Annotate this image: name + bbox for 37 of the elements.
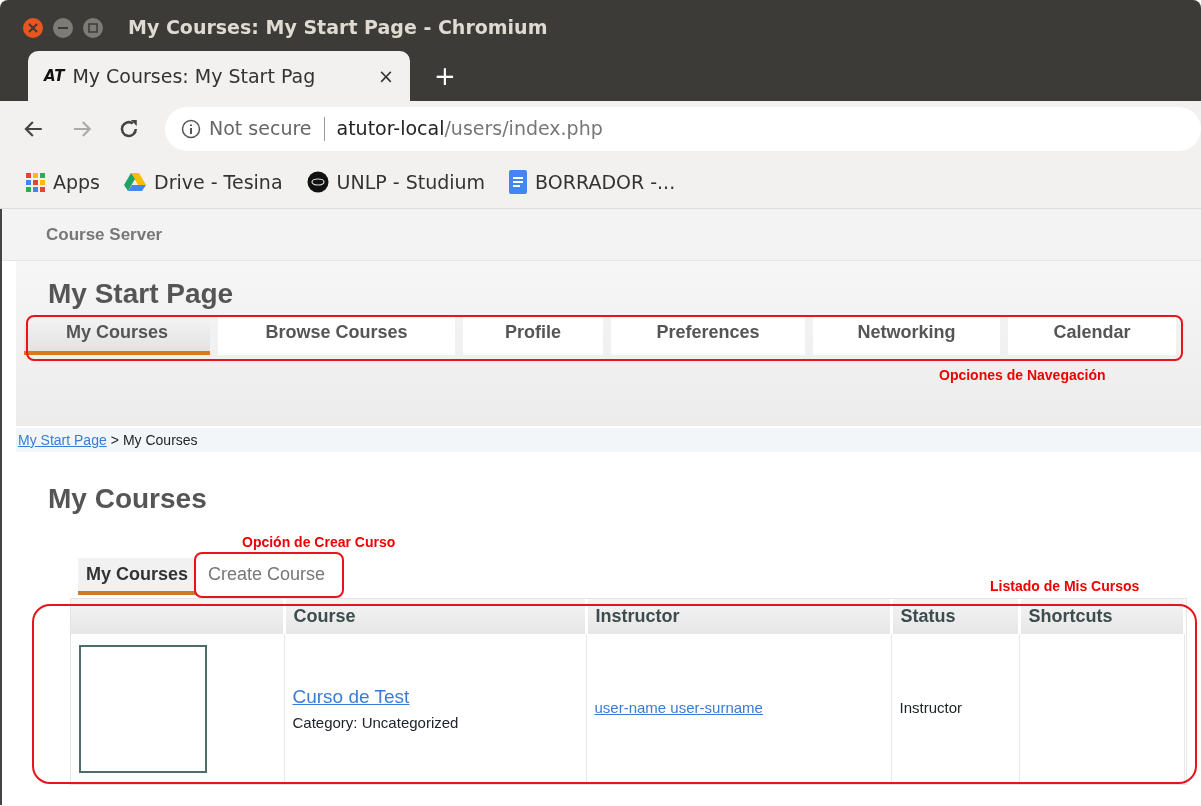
breadcrumb-separator: > (110, 430, 119, 450)
section-title: My Courses (48, 482, 208, 516)
nav-tab[interactable]: Browse Courses (218, 314, 455, 355)
breadcrumb-current: My Courses (122, 430, 198, 450)
subtab[interactable]: Create Course (200, 557, 334, 595)
status-text: Instructor (899, 699, 963, 717)
nav-tab[interactable]: Preferences (611, 314, 805, 355)
column-header: Status (891, 598, 1019, 634)
bookmark[interactable]: UNLP - Studium (306, 167, 486, 197)
browser-tab[interactable]: AT My Courses: My Start Pag × (28, 51, 410, 101)
instructor-link[interactable]: user-name user-surname (594, 699, 763, 717)
annotation-label: Opciones de Navegación (939, 366, 1106, 385)
new-tab-button[interactable]: + (426, 56, 464, 96)
column-header: Shortcuts (1019, 598, 1185, 634)
tab-favicon: AT (44, 65, 65, 87)
nav-tab[interactable]: Networking (813, 314, 1000, 355)
bookmark[interactable]: BORRADOR -... (509, 167, 676, 197)
subtab[interactable]: My Courses (78, 557, 197, 595)
annotation-label: Listado de Mis Cursos (990, 577, 1140, 596)
course-link[interactable]: Curso de Test (292, 683, 578, 712)
column-header: Instructor (586, 598, 891, 634)
annotation-label: Opción de Crear Curso (242, 533, 396, 552)
bookmark[interactable]: Drive - Tesina (124, 167, 283, 197)
tab-close-button[interactable]: × (378, 61, 394, 91)
tab-title: My Courses: My Start Pag (72, 63, 317, 89)
course-category: Category: Uncategorized (292, 712, 460, 733)
window-title: My Courses: My Start Page - Chromium (128, 15, 548, 41)
nav-tab[interactable]: Calendar (1008, 314, 1176, 355)
column-header: Course (284, 598, 586, 634)
bookmark[interactable]: Apps (26, 167, 101, 197)
security-label: Not secure (209, 116, 312, 142)
breadcrumb-link[interactable]: My Start Page (18, 429, 107, 451)
page-title: My Start Page (48, 277, 235, 311)
site-name[interactable]: Course Server (46, 221, 163, 248)
address-bar[interactable]: Not secure atutor-local/users/index.php (165, 106, 1201, 151)
url-text: atutor-local/users/index.php (336, 116, 603, 142)
nav-tab[interactable]: Profile (463, 314, 603, 355)
